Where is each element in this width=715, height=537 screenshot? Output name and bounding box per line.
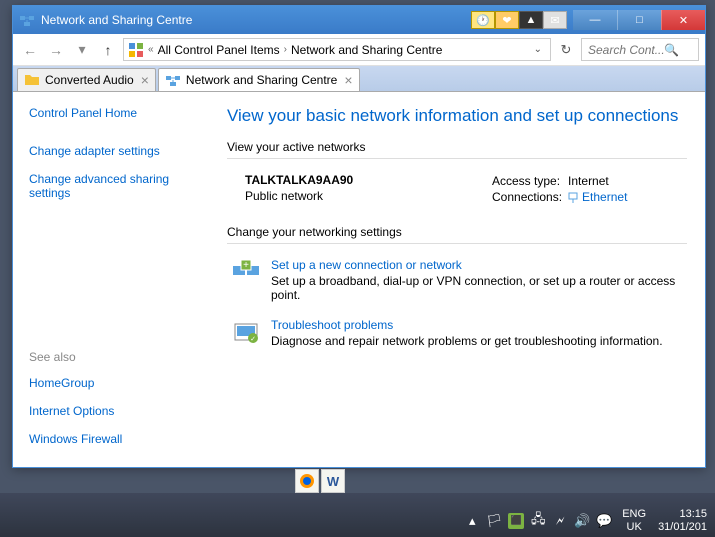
tab-close-button[interactable]: × [344,72,352,88]
tab-converted-audio[interactable]: Converted Audio × [17,68,156,91]
ethernet-icon [568,192,578,204]
addon-icon-mail[interactable]: ✉ [543,11,567,29]
title-bar[interactable]: Network and Sharing Centre 🕐 ❤ ▲ ✉ — □ ✕ [13,6,705,34]
network-type: Public network [245,189,492,203]
troubleshoot-link[interactable]: Troubleshoot problems [271,318,687,332]
refresh-button[interactable]: ↻ [555,39,577,61]
breadcrumb-item[interactable]: Network and Sharing Centre [291,43,442,57]
history-dropdown[interactable]: ▾ [71,39,93,61]
setup-connection-item: + Set up a new connection or network Set… [227,258,687,302]
tab-network-sharing[interactable]: Network and Sharing Centre × [158,68,360,91]
change-settings-label: Change your networking settings [227,225,687,239]
taskbar-word-icon[interactable]: W [321,469,345,493]
connection-link[interactable]: Ethernet [582,190,627,204]
back-button[interactable]: ← [19,39,41,61]
tray-action-icon[interactable]: 💬 [596,513,612,529]
troubleshoot-icon: ✓ [231,318,261,348]
network-icon [165,72,181,88]
clock[interactable]: 13:15 31/01/201 [656,508,709,534]
tab-label: Converted Audio [45,73,134,87]
divider [227,158,687,159]
system-tray: ▴ 🏳 ⬛ 🖧 🗲 🔊 💬 ENG UK 13:15 31/01/201 [464,508,709,534]
up-button[interactable]: ↑ [97,39,119,61]
tray-app-icon[interactable]: ⬛ [508,513,524,529]
troubleshoot-item: ✓ Troubleshoot problems Diagnose and rep… [227,318,687,348]
setup-connection-icon: + [231,258,261,288]
tab-label: Network and Sharing Centre [186,73,337,87]
sidebar-control-panel-home[interactable]: Control Panel Home [29,106,207,120]
folder-icon [24,72,40,88]
tray-flag-icon[interactable]: 🏳 [486,513,502,529]
sidebar-seealso-label: See also [29,350,207,364]
tray-battery-icon[interactable]: 🗲 [552,513,568,529]
sidebar: Control Panel Home Change adapter settin… [13,92,223,467]
setup-connection-desc: Set up a broadband, dial-up or VPN conne… [271,274,687,302]
window-title: Network and Sharing Centre [41,13,471,27]
tab-close-button[interactable]: × [141,72,149,88]
svg-text:+: + [243,260,249,271]
sidebar-homegroup[interactable]: HomeGroup [29,376,207,390]
search-input[interactable] [581,38,699,61]
maximize-button[interactable]: □ [617,10,661,30]
breadcrumb-separator[interactable]: › [284,44,287,55]
addon-icon-up[interactable]: ▲ [519,11,543,29]
network-name: TALKTALKA9AA90 [245,173,492,187]
access-type-value: Internet [568,173,633,189]
tray-network-icon[interactable]: 🖧 [530,513,546,529]
svg-text:✓: ✓ [250,336,256,343]
taskbar-firefox-icon[interactable] [295,469,319,493]
active-network-block: TALKTALKA9AA90 Public network Access typ… [227,173,687,205]
app-icon [19,12,35,28]
language-indicator[interactable]: ENG UK [618,508,650,534]
titlebar-addon-buttons: 🕐 ❤ ▲ ✉ [471,11,567,29]
taskbar-apps: W [295,469,345,493]
troubleshoot-desc: Diagnose and repair network problems or … [271,334,687,348]
tray-up-icon[interactable]: ▴ [464,513,480,529]
forward-button[interactable]: → [45,39,67,61]
access-type-label: Access type: [492,173,568,189]
address-bar[interactable]: « All Control Panel Items › Network and … [123,38,551,61]
nav-bar: ← → ▾ ↑ « All Control Panel Items › Netw… [13,34,705,66]
addon-icon-heart[interactable]: ❤ [495,11,519,29]
breadcrumb-separator[interactable]: « [148,44,154,55]
sidebar-internet-options[interactable]: Internet Options [29,404,207,418]
divider [227,243,687,244]
sidebar-windows-firewall[interactable]: Windows Firewall [29,432,207,446]
window-frame: Network and Sharing Centre 🕐 ❤ ▲ ✉ — □ ✕… [12,5,706,468]
sidebar-change-adapter[interactable]: Change adapter settings [29,144,207,158]
addon-icon-clock[interactable]: 🕐 [471,11,495,29]
content-area: Control Panel Home Change adapter settin… [13,92,705,467]
active-networks-label: View your active networks [227,140,687,154]
close-button[interactable]: ✕ [661,10,705,30]
setup-connection-link[interactable]: Set up a new connection or network [271,258,687,272]
breadcrumb-item[interactable]: All Control Panel Items [158,43,280,57]
sidebar-change-advanced[interactable]: Change advanced sharing settings [29,172,207,200]
control-panel-icon [128,42,144,58]
search-icon: 🔍 [664,43,679,57]
tray-volume-icon[interactable]: 🔊 [574,513,590,529]
page-heading: View your basic network information and … [227,106,687,126]
connections-label: Connections: [492,189,568,205]
main-panel: View your basic network information and … [223,92,705,467]
tab-bar: Converted Audio × Network and Sharing Ce… [13,66,705,92]
breadcrumb-dropdown[interactable]: ⌄ [530,44,546,55]
minimize-button[interactable]: — [573,10,617,30]
